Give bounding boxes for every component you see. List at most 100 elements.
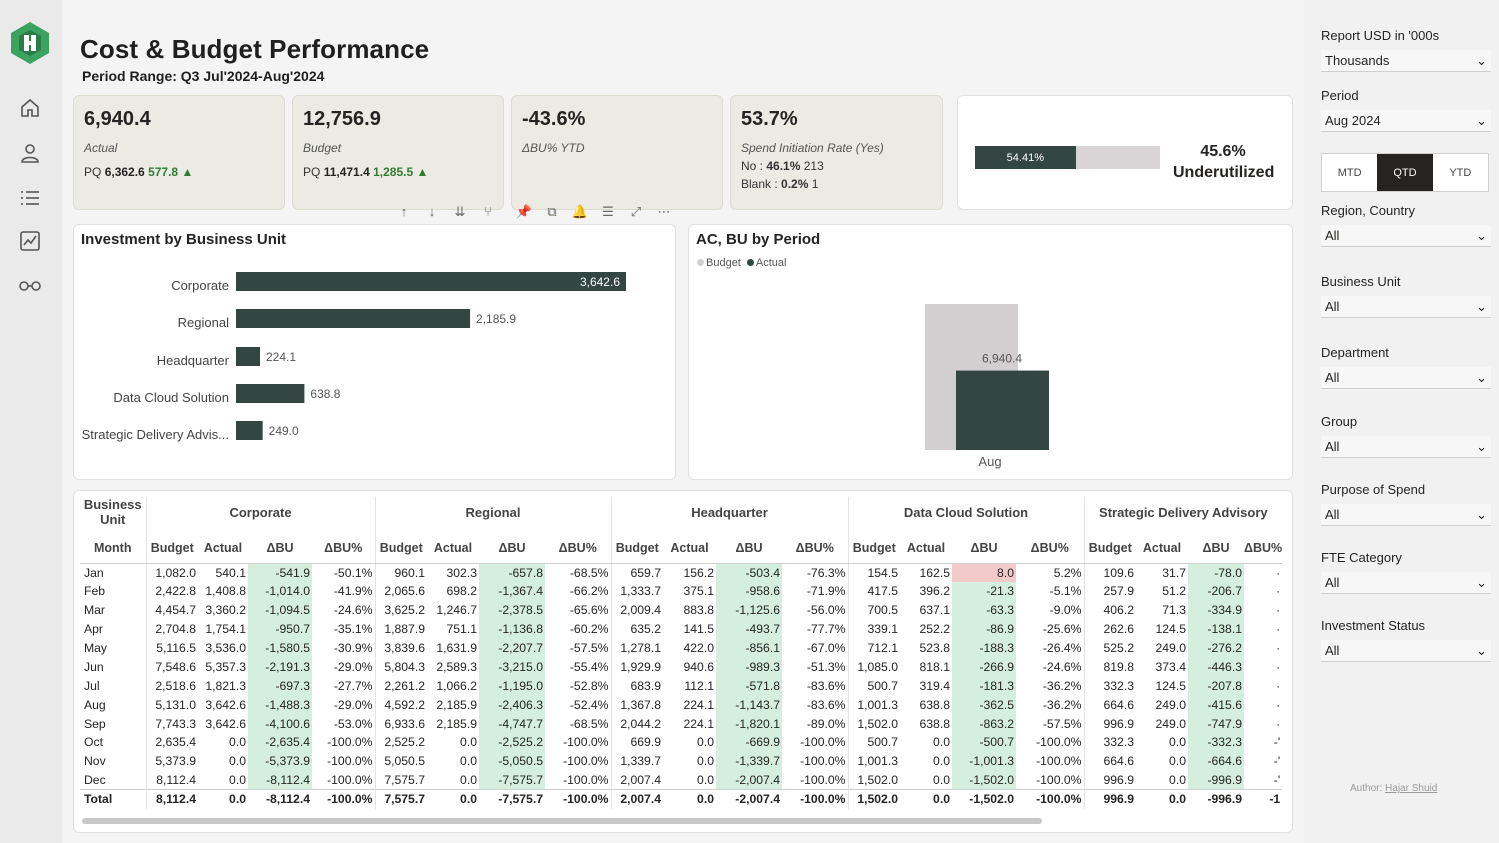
- period-range: Period Range: Q3 Jul'2024-Aug'2024: [82, 68, 325, 84]
- copy-icon[interactable]: ⧉: [538, 199, 566, 224]
- value-cell: -1,001.3: [952, 751, 1016, 771]
- filter-icon[interactable]: ☰: [594, 199, 622, 224]
- kpi-spend-card[interactable]: 53.7% Spend Initiation Rate (Yes) No : 4…: [730, 95, 943, 210]
- value-cell: -856.1: [716, 638, 782, 658]
- column-header[interactable]: Budget: [1083, 527, 1136, 564]
- value-cell: -68.5%: [569, 565, 609, 580]
- expand-all-down-icon[interactable]: ⇊: [446, 199, 474, 224]
- value-cell: -24.6%: [333, 603, 373, 618]
- value-cell: -100.0%: [327, 772, 373, 787]
- value-cell: 8.0: [952, 563, 1016, 582]
- group-header[interactable]: Regional: [374, 497, 611, 527]
- kpi-actual-card[interactable]: 6,940.4 Actual PQ 6,362.6 577.8 ▲: [73, 95, 285, 210]
- slicer-dropdown[interactable]: All ⌄: [1321, 640, 1491, 662]
- expand-hierarchy-icon[interactable]: ⑂: [474, 199, 502, 224]
- ac-bu-by-period-chart[interactable]: AC, BU by Period Budget Actual 6,940.4 Au…: [688, 224, 1293, 480]
- column-header[interactable]: ΔBU%: [1244, 527, 1283, 564]
- column-header[interactable]: ΔBU%: [1016, 527, 1084, 564]
- value-cell: -55.4%: [569, 659, 609, 674]
- value-cell: -5.1%: [1049, 584, 1082, 599]
- drill-down-icon[interactable]: ↓: [418, 199, 446, 224]
- group-header[interactable]: Strategic Delivery Advisory: [1083, 497, 1283, 527]
- focus-mode-icon[interactable]: ⤢: [622, 199, 650, 224]
- report-units-dropdown[interactable]: Thousands ⌄: [1321, 50, 1491, 72]
- column-header[interactable]: Budget: [610, 527, 663, 564]
- list-icon[interactable]: [17, 185, 43, 211]
- budget-matrix[interactable]: Business Unit Corporate Regional Headquarter…: [73, 490, 1293, 833]
- actual-bar[interactable]: [956, 370, 1049, 450]
- investment-by-bu-chart[interactable]: Investment by Business Unit Corporate 3,6…: [73, 224, 676, 480]
- value-cell: ·: [1276, 716, 1281, 731]
- value-cell: -207.8: [1188, 676, 1244, 696]
- alert-bell-icon[interactable]: 🔔: [566, 199, 594, 224]
- column-header[interactable]: ΔBU: [952, 527, 1016, 564]
- value-cell: ·: [1276, 678, 1281, 693]
- column-header[interactable]: ΔBU%: [545, 527, 611, 564]
- slicer-dropdown[interactable]: All ⌄: [1321, 225, 1491, 247]
- month-cell: Apr: [84, 622, 103, 637]
- author-name[interactable]: Hajar Shuid: [1385, 783, 1437, 794]
- column-header[interactable]: Actual: [663, 527, 716, 564]
- value-cell: 638.8: [919, 697, 951, 712]
- value-cell: -52.8%: [569, 678, 609, 693]
- kpi-spend-value: 53.7%: [741, 108, 798, 130]
- column-header[interactable]: Budget: [374, 527, 427, 564]
- bar-data-label: 249.0: [269, 424, 299, 438]
- utilization-card[interactable]: 54.41% 45.6% Underutilized: [957, 95, 1293, 210]
- group-header[interactable]: Corporate: [145, 497, 375, 527]
- value-cell: 5,116.5: [145, 638, 198, 658]
- kpi-budget-card[interactable]: 12,756.9 Budget PQ 11,471.4 1,285.5 ▲: [292, 95, 504, 210]
- value-cell: 257.9: [1083, 581, 1136, 601]
- slicer-dropdown[interactable]: All ⌄: [1321, 572, 1491, 594]
- bar[interactable]: [236, 272, 626, 291]
- pin-icon[interactable]: 📌: [510, 199, 538, 224]
- column-header[interactable]: Actual: [198, 527, 248, 564]
- bar[interactable]: [236, 384, 305, 403]
- group-header[interactable]: Headquarter: [610, 497, 848, 527]
- value-cell: 112.1: [684, 678, 714, 693]
- toggle-mtd[interactable]: MTD: [1322, 154, 1377, 191]
- toggle-ytd[interactable]: YTD: [1433, 154, 1488, 191]
- bar[interactable]: [236, 421, 263, 440]
- value-cell: 373.4: [1155, 659, 1187, 674]
- slicer-dropdown[interactable]: All ⌄: [1321, 367, 1491, 389]
- bar-category-label: Headquarter: [157, 353, 230, 368]
- column-header[interactable]: Budget: [847, 527, 900, 564]
- home-icon[interactable]: [17, 95, 43, 121]
- column-header[interactable]: ΔBU: [479, 527, 545, 564]
- slicer-dropdown[interactable]: All ⌄: [1321, 504, 1491, 526]
- value-cell: 124.5: [1155, 678, 1187, 693]
- group-header[interactable]: Data Cloud Solution: [847, 497, 1084, 527]
- more-options-icon[interactable]: ⋯: [650, 199, 678, 224]
- column-header[interactable]: Actual: [900, 527, 952, 564]
- slicer-dropdown[interactable]: All ⌄: [1321, 436, 1491, 458]
- glasses-icon[interactable]: [17, 272, 43, 298]
- bar[interactable]: [236, 347, 260, 366]
- slicer-department: Department All ⌄: [1321, 345, 1491, 389]
- horizontal-scrollbar[interactable]: [82, 818, 1042, 824]
- column-header[interactable]: Budget: [145, 527, 198, 564]
- period-dropdown[interactable]: Aug 2024 ⌄: [1321, 110, 1491, 132]
- drill-up-icon[interactable]: ↑: [390, 199, 418, 224]
- column-header[interactable]: ΔBU: [1188, 527, 1244, 564]
- column-header[interactable]: Actual: [1136, 527, 1188, 564]
- chart-icon[interactable]: [17, 228, 43, 254]
- user-icon[interactable]: [17, 140, 43, 166]
- column-header[interactable]: ΔBU: [248, 527, 312, 564]
- column-header[interactable]: ΔBU%: [312, 527, 375, 564]
- value-cell: -100.0%: [312, 789, 375, 809]
- toggle-qtd[interactable]: QTD: [1377, 154, 1433, 191]
- value-cell: 0.0: [1136, 789, 1188, 809]
- column-header[interactable]: ΔBU%: [782, 527, 848, 564]
- kpi-delta-card[interactable]: -43.6% ΔBU% YTD: [511, 95, 723, 210]
- value-cell: 1,278.1: [610, 638, 663, 658]
- bar[interactable]: [236, 309, 471, 328]
- value-cell: 1,367.8: [610, 695, 663, 715]
- filter-label: Period: [1321, 88, 1359, 103]
- column-header[interactable]: Actual: [427, 527, 479, 564]
- slicer-dropdown[interactable]: All ⌄: [1321, 296, 1491, 318]
- value-cell: -57.5%: [569, 641, 609, 655]
- value-cell: 1,001.3: [847, 695, 900, 715]
- column-header[interactable]: ΔBU: [716, 527, 782, 564]
- value-cell: 5,357.3: [205, 659, 246, 674]
